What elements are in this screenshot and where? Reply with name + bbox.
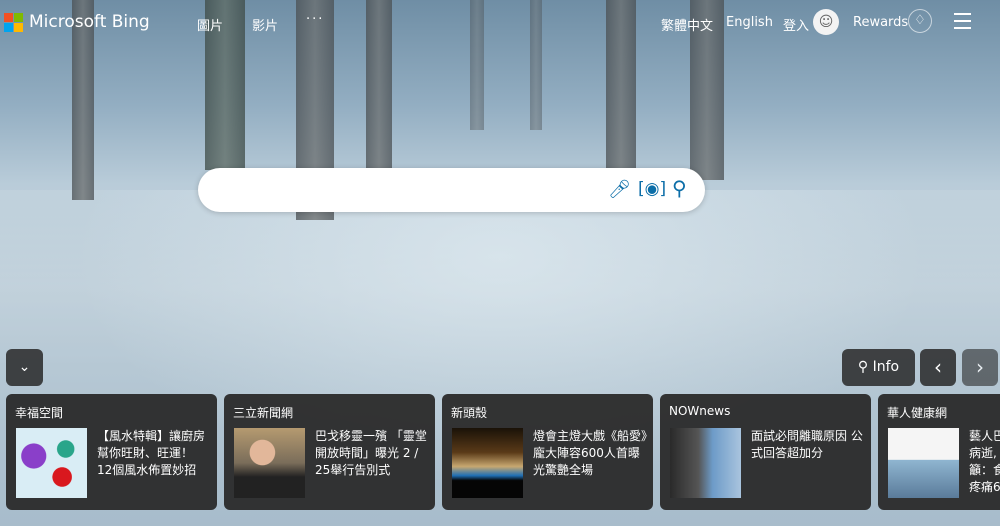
microphone-icon[interactable]: 🎤︎	[608, 179, 631, 200]
language-en-link[interactable]: English	[726, 15, 773, 30]
news-card[interactable]: 三立新聞網 巴戈移靈一殯 「靈堂開放時間」曝光 2 / 25舉行告別式	[224, 394, 435, 510]
rewards-link[interactable]: Rewards	[853, 15, 908, 30]
nav-more[interactable]: ···	[306, 12, 324, 27]
news-source: 新頭殼	[451, 406, 488, 420]
news-source: 三立新聞網	[233, 406, 294, 420]
chevron-down-icon: ⌄	[18, 359, 31, 375]
news-thumbnail	[16, 428, 87, 498]
search-icon[interactable]: ⚲	[672, 176, 687, 200]
news-card[interactable]: 幸福空間 【風水特輯】讓廚房幫你旺財、旺運！ 12個風水佈置妙招	[6, 394, 217, 510]
news-thumbnail	[888, 428, 959, 498]
nav-images[interactable]: 圖片	[197, 15, 223, 34]
news-title: 面試必問離職原因 公式回答超加分	[751, 429, 863, 460]
rewards-trophy-icon[interactable]: ♢	[908, 9, 932, 33]
search-input[interactable]	[218, 180, 598, 197]
news-title: 燈會主燈大戲《船愛》龐大陣容600人首曝光驚艷全場	[533, 429, 648, 477]
hamburger-menu-icon[interactable]	[954, 13, 971, 34]
visual-search-icon[interactable]: [◉]	[638, 179, 666, 199]
signin-link[interactable]: 登入	[783, 15, 809, 34]
info-button[interactable]: ⚲ Info	[842, 349, 915, 386]
chevron-right-icon: ›	[976, 355, 984, 379]
brand-name: Microsoft Bing	[29, 12, 150, 32]
user-avatar-icon[interactable]: ☺	[813, 9, 839, 35]
location-pin-icon: ⚲	[857, 359, 869, 375]
next-button[interactable]: ›	[962, 349, 998, 386]
news-thumbnail	[234, 428, 305, 498]
info-label: Info	[872, 359, 900, 375]
news-title: 【風水特輯】讓廚房幫你旺財、旺運！ 12個風水佈置妙招	[97, 429, 206, 477]
language-zh-link[interactable]: 繁體中文	[661, 15, 713, 34]
news-thumbnail	[670, 428, 741, 498]
news-source: 幸福空間	[15, 406, 64, 420]
search-box: 🎤︎ [◉] ⚲	[198, 168, 705, 212]
news-card[interactable]: 華人健康網 藝人巴 病逝, 籲：食 疼痛6	[878, 394, 1000, 510]
news-source: NOWnews	[669, 404, 731, 418]
news-thumbnail	[452, 428, 523, 498]
news-card[interactable]: NOWnews 面試必問離職原因 公式回答超加分	[660, 394, 871, 510]
news-title: 巴戈移靈一殯 「靈堂開放時間」曝光 2 / 25舉行告別式	[315, 429, 427, 477]
collapse-button[interactable]: ⌄	[6, 349, 43, 386]
chevron-left-icon: ‹	[934, 355, 942, 379]
microsoft-logo-icon	[4, 12, 23, 32]
nav-videos[interactable]: 影片	[252, 15, 278, 34]
news-source: 華人健康網	[887, 406, 948, 420]
bing-logo[interactable]: Microsoft Bing	[4, 12, 150, 32]
news-card[interactable]: 新頭殼 燈會主燈大戲《船愛》龐大陣容600人首曝光驚艷全場	[442, 394, 653, 510]
previous-button[interactable]: ‹	[920, 349, 956, 386]
news-title: 藝人巴 病逝, 籲：食 疼痛6	[969, 429, 1000, 494]
header: Microsoft Bing 圖片 影片 ··· 繁體中文 English 登入…	[0, 0, 1000, 44]
